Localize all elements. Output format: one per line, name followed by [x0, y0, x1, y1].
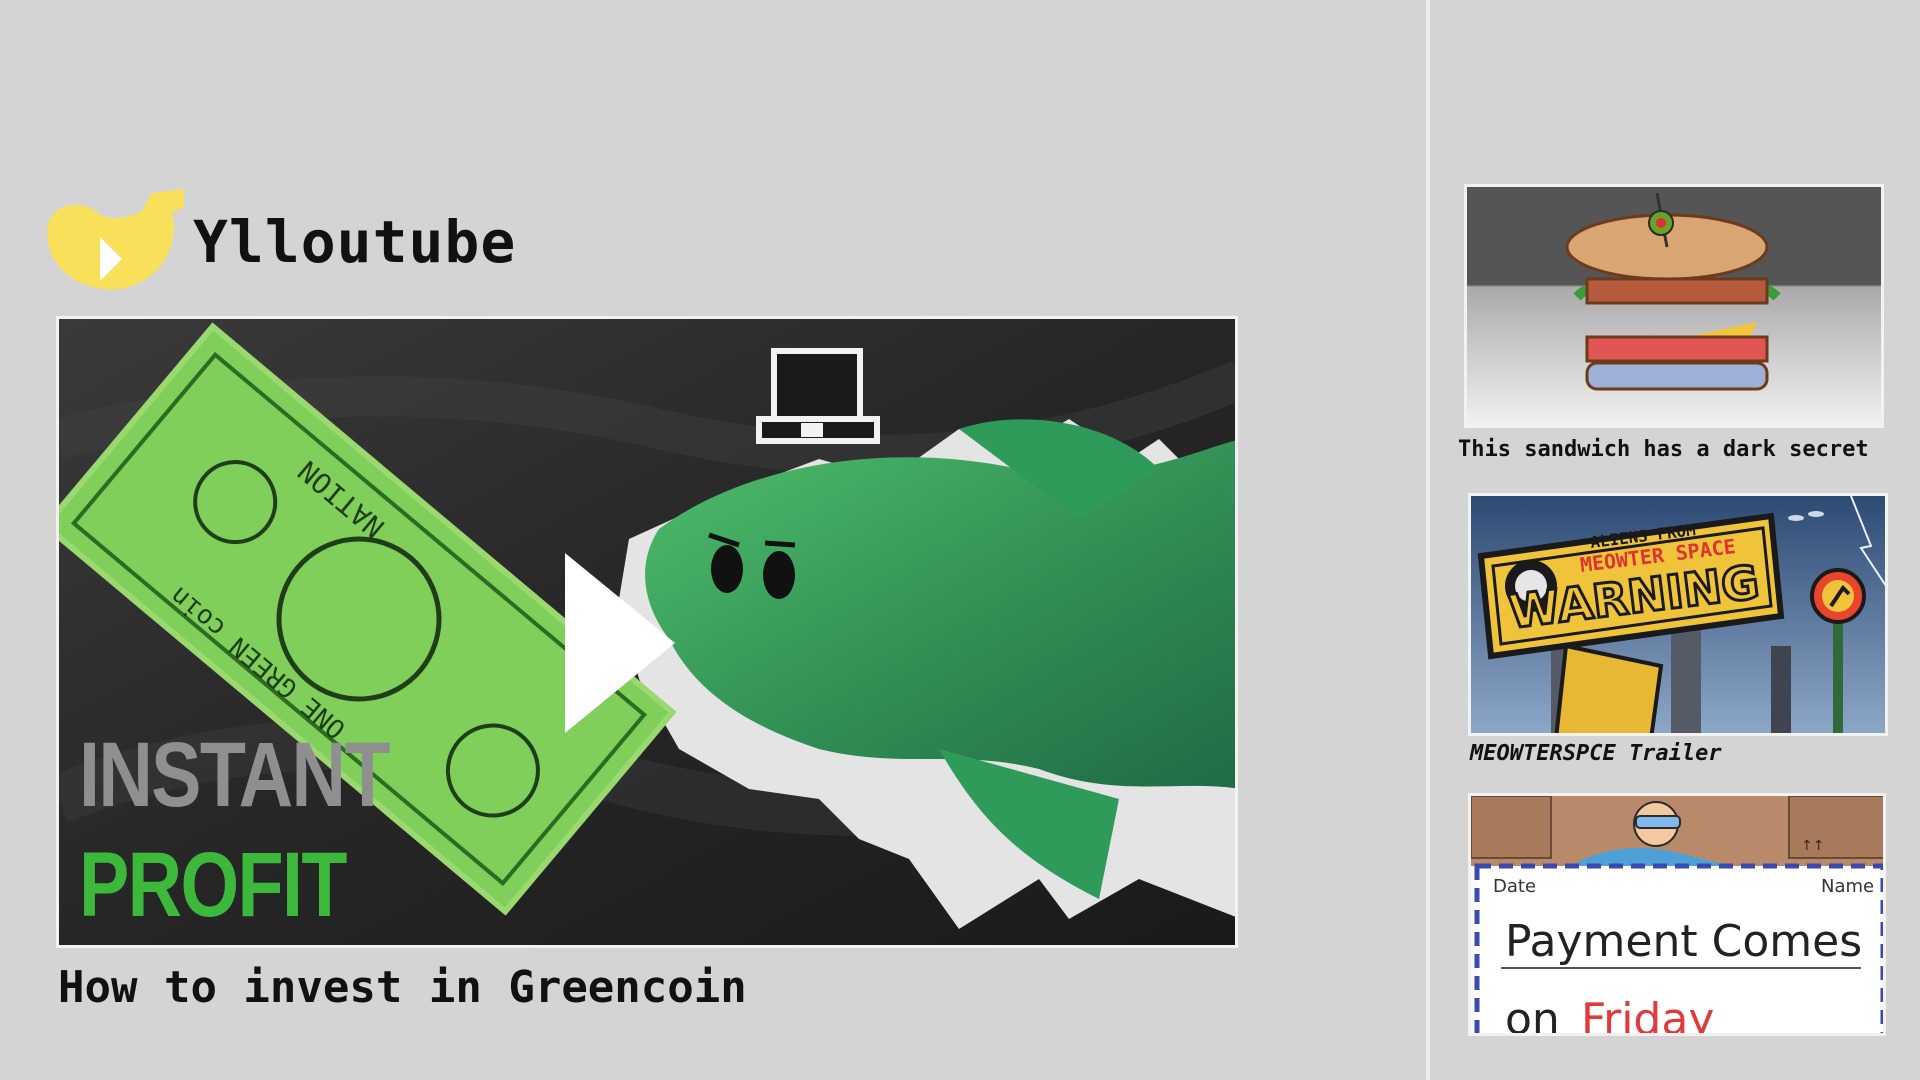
meowterspace-thumbnail[interactable]: ALIENS FROM MEOWTER SPACE WARNING: [1468, 493, 1888, 736]
payment-line1: Payment Comes: [1505, 916, 1862, 967]
sidebar-divider: [1426, 0, 1430, 1080]
ylloutube-logo-icon: [40, 185, 190, 295]
svg-text:↑↑: ↑↑: [1801, 838, 1824, 854]
payment-line2-on: on: [1505, 994, 1560, 1036]
sandwich-thumbnail[interactable]: [1464, 184, 1884, 428]
sidebar-video-title[interactable]: MEOWTERSPCE Trailer: [1470, 741, 1722, 766]
sidebar-video-title[interactable]: This sandwich has a dark secret: [1458, 437, 1869, 462]
label-name: Name: [1821, 876, 1874, 897]
payment-line2-friday: Friday: [1581, 994, 1714, 1036]
brand[interactable]: Ylloutube: [40, 185, 516, 295]
main-video-thumbnail[interactable]: NATION ONE GREEN coin INSTANT PROFIT: [56, 316, 1238, 948]
thumbnail-text-instant: INSTANT: [79, 724, 390, 826]
thumbnail-text-profit: PROFIT: [79, 834, 347, 936]
label-date: Date: [1493, 876, 1536, 897]
main-video-title[interactable]: How to invest in Greencoin: [58, 962, 747, 1013]
play-icon[interactable]: [555, 553, 685, 733]
brand-name: Ylloutube: [193, 208, 517, 276]
payment-thumbnail[interactable]: ↑↑ Date Name Payment Comes on Friday: [1468, 793, 1886, 1036]
